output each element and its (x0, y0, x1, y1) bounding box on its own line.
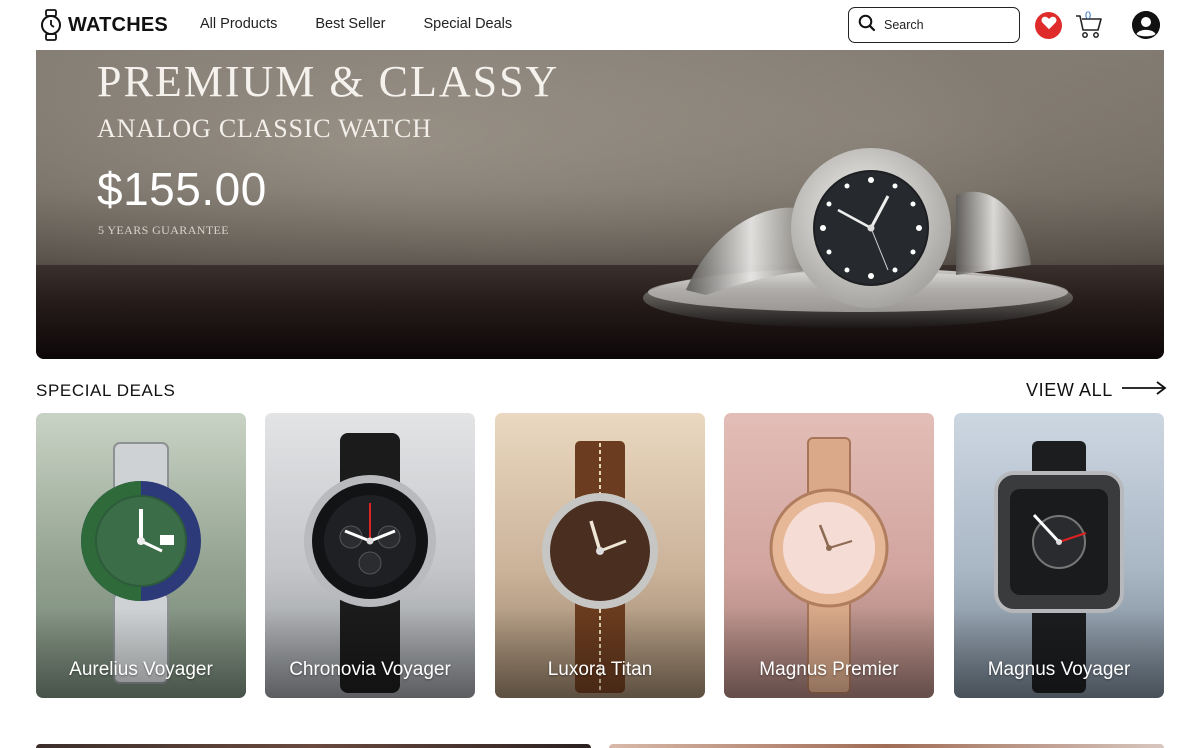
nav-best-seller[interactable]: Best Seller (315, 16, 385, 32)
cart-count-badge: 0 (1085, 10, 1092, 22)
logo-text: WATCHES (68, 13, 168, 36)
card-shade (36, 608, 246, 698)
nav-all-products[interactable]: All Products (200, 16, 277, 32)
main-nav: All Products Best Seller Special Deals (200, 16, 512, 32)
hero-guarantee: 5 YEARS GUARANTEE (98, 223, 230, 237)
hero-price: $155.00 (97, 163, 267, 215)
user-icon (1132, 11, 1160, 39)
product-card[interactable]: Chronovia Voyager (265, 413, 475, 698)
search-input[interactable] (884, 18, 1002, 32)
nav-special-deals[interactable]: Special Deals (424, 16, 513, 32)
watch-logo-icon (40, 9, 62, 41)
heart-icon (1041, 16, 1057, 35)
product-name: Magnus Premier (759, 659, 899, 680)
view-all-link[interactable]: VIEW ALL (1026, 380, 1167, 401)
hero-watch-image (626, 100, 1086, 345)
deals-carousel: Aurelius Voyager Chronovia Voyager Luxor… (36, 413, 1164, 698)
product-name: Chronovia Voyager (289, 659, 451, 680)
cart-icon (1074, 15, 1104, 44)
site-header: WATCHES All Products Best Seller Special… (0, 0, 1200, 50)
product-name: Aurelius Voyager (69, 659, 213, 680)
view-all-label: VIEW ALL (1026, 380, 1113, 400)
product-card[interactable]: Luxora Titan (495, 413, 705, 698)
card-shade (724, 608, 934, 698)
logo[interactable]: WATCHES (40, 8, 168, 42)
hero-subtitle: ANALOG CLASSIC WATCH (97, 114, 432, 143)
hero-banner[interactable]: PREMIUM & CLASSY ANALOG CLASSIC WATCH $1… (36, 50, 1164, 359)
next-section-banner-right (609, 744, 1164, 748)
product-name: Magnus Voyager (987, 659, 1131, 680)
hero-title: PREMIUM & CLASSY (97, 57, 560, 106)
card-shade (954, 608, 1164, 698)
card-shade (495, 608, 705, 698)
product-name: Luxora Titan (547, 659, 653, 680)
product-card[interactable]: Magnus Voyager (954, 413, 1164, 698)
search-box[interactable] (848, 7, 1020, 43)
special-deals-heading: SPECIAL DEALS (36, 381, 176, 400)
wishlist-button[interactable] (1035, 12, 1062, 39)
search-icon[interactable] (858, 14, 876, 37)
next-section-banner-left (36, 744, 591, 748)
arrow-right-icon (1121, 380, 1167, 401)
card-shade (265, 608, 475, 698)
user-account-button[interactable] (1132, 11, 1160, 39)
product-card[interactable]: Aurelius Voyager (36, 413, 246, 698)
product-card[interactable]: Magnus Premier (724, 413, 934, 698)
